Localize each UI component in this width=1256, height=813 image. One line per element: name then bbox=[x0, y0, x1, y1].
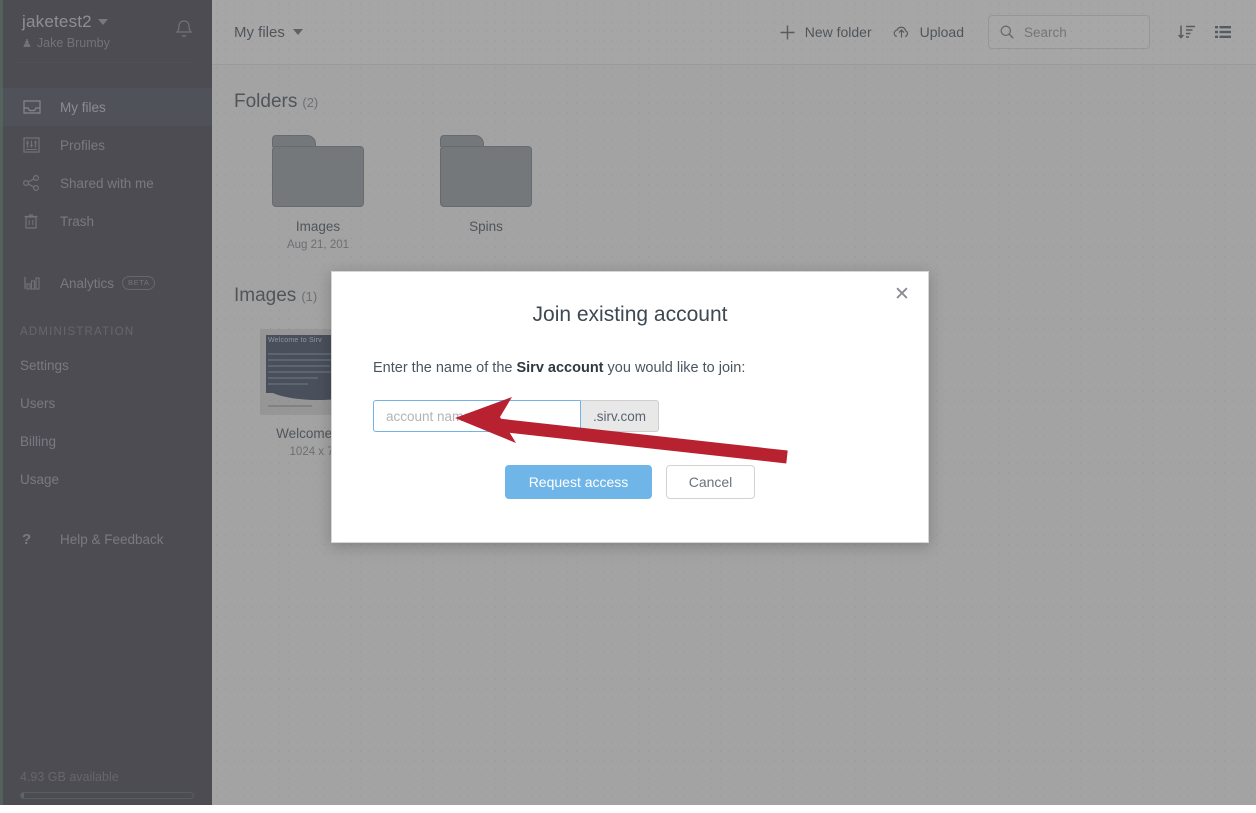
join-account-dialog: ✕ Join existing account Enter the name o… bbox=[331, 271, 929, 543]
dialog-instruction: Enter the name of the Sirv account you w… bbox=[373, 360, 887, 376]
instruction-prefix: Enter the name of the bbox=[373, 360, 517, 376]
dialog-actions: Request access Cancel bbox=[373, 465, 887, 499]
app-root: jaketest2 ♟Jake Brumby bbox=[0, 0, 1256, 813]
dialog-title: Join existing account bbox=[532, 303, 728, 326]
instruction-suffix: you would like to join: bbox=[603, 360, 746, 376]
account-name-row: .sirv.com bbox=[373, 400, 659, 432]
request-access-button[interactable]: Request access bbox=[505, 465, 652, 499]
dialog-body: Enter the name of the Sirv account you w… bbox=[332, 360, 928, 499]
cancel-button[interactable]: Cancel bbox=[666, 465, 755, 499]
bottom-strip bbox=[0, 805, 1256, 813]
domain-suffix: .sirv.com bbox=[580, 400, 659, 432]
close-icon[interactable]: ✕ bbox=[890, 282, 914, 306]
account-name-input[interactable] bbox=[373, 400, 580, 432]
instruction-bold: Sirv account bbox=[516, 360, 604, 376]
